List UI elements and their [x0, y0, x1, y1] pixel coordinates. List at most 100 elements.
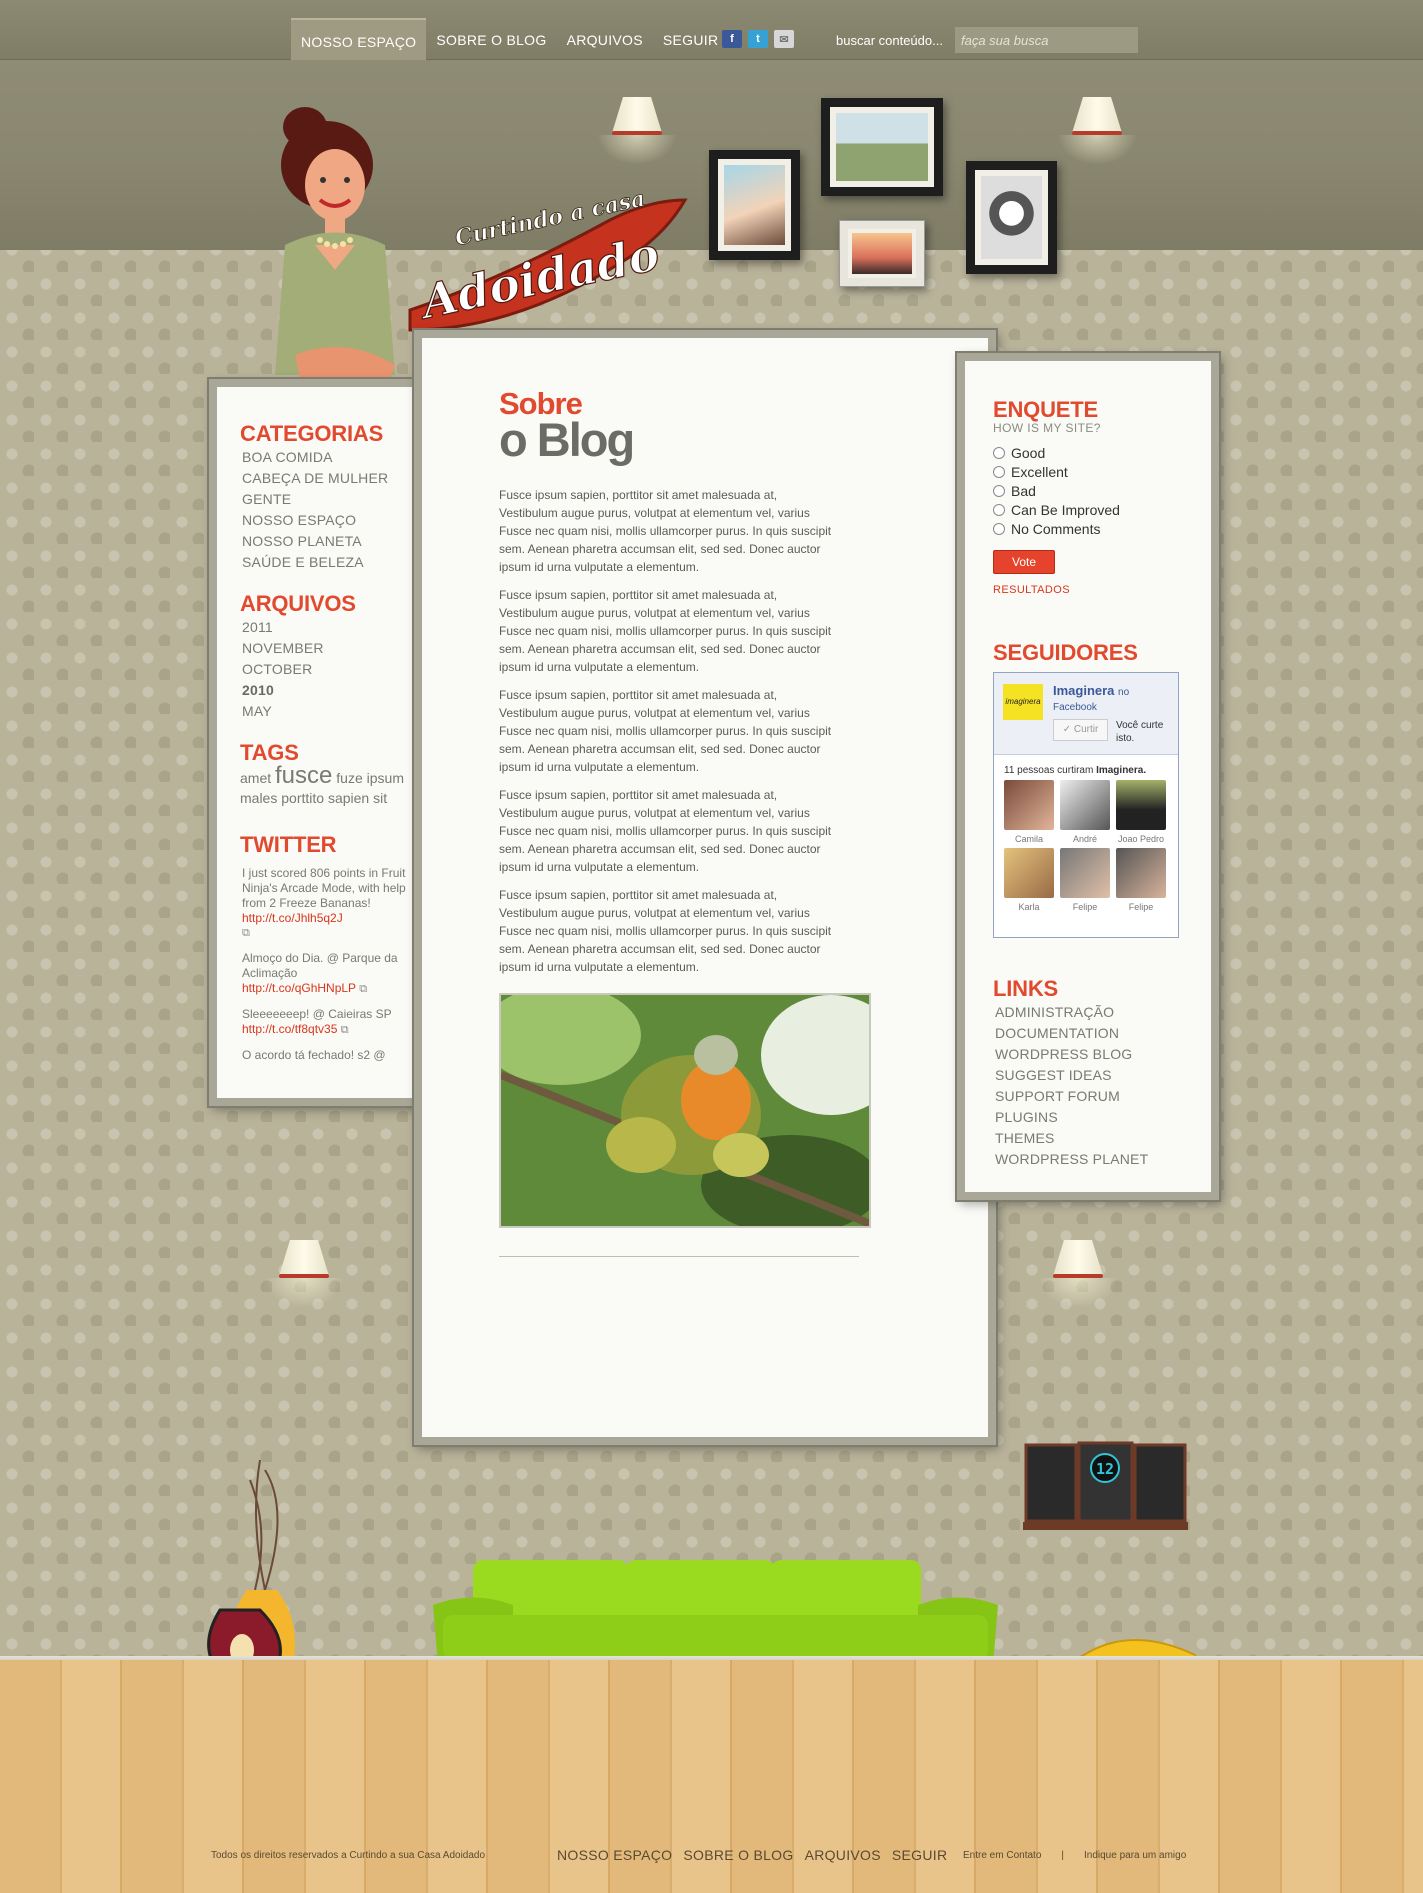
category-link[interactable]: CABEÇA DE MULHER — [242, 468, 420, 489]
facebook-icon[interactable]: f — [722, 30, 742, 48]
footer-indique-link[interactable]: Indique para um amigo — [1084, 1850, 1186, 1861]
tweet-link[interactable]: http://t.co/tf8qtv35 — [242, 1022, 337, 1036]
tweet-link[interactable]: http://t.co/Jhlh5q2J — [242, 911, 343, 925]
poll-option[interactable]: Can Be Improved — [993, 500, 1193, 519]
footer-nav: NOSSO ESPAÇO SOBRE O BLOG ARQUIVOS SEGUI… — [557, 1847, 947, 1863]
poll-option[interactable]: Excellent — [993, 462, 1193, 481]
poll-option-label: Can Be Improved — [1011, 501, 1120, 518]
stereo-speakers: 12 — [1023, 1441, 1188, 1530]
twitter-heading: TWITTER — [240, 832, 337, 857]
results-link[interactable]: RESULTADOS — [993, 584, 1193, 596]
external-link-icon[interactable]: ⧉ — [242, 926, 420, 941]
fb-fan[interactable]: Joao Pedro — [1116, 780, 1166, 844]
radio-button[interactable] — [993, 484, 1005, 497]
radio-button[interactable] — [993, 522, 1005, 535]
blogroll-link[interactable]: SUPPORT FORUM — [995, 1086, 1193, 1107]
tweet-text: Sleeeeeeep! @ Caieiras SP — [242, 1007, 392, 1021]
tweet: O acordo tá fechado! s2 @ — [242, 1048, 420, 1063]
article-paragraph: Fusce ipsum sapien, porttitor sit amet m… — [499, 688, 832, 774]
photo-frame-landscape — [821, 98, 943, 196]
blogroll-link[interactable]: WORDPRESS BLOG — [995, 1044, 1193, 1065]
tag-link[interactable]: males — [240, 790, 277, 806]
poll-option[interactable]: Bad — [993, 481, 1193, 500]
article-body: Fusce ipsum sapien, porttitor sit amet m… — [499, 486, 839, 986]
search-label: buscar conteúdo... — [836, 33, 943, 48]
social-links: f t ✉ — [722, 30, 794, 48]
blogroll-link[interactable]: ADMINISTRAÇÃO — [995, 1002, 1193, 1023]
tweet-text: O acordo tá fechado! s2 @ — [242, 1048, 386, 1062]
nav-sobre-o-blog[interactable]: SOBRE O BLOG — [426, 18, 556, 60]
tweet: Almoço do Dia. @ Parque da Aclimação htt… — [242, 951, 420, 997]
poll-question: HOW IS MY SITE? — [993, 421, 1101, 435]
photo-frame-sunset — [839, 220, 925, 287]
wall-lamp — [597, 97, 677, 165]
poll-option-label: Good — [1011, 444, 1046, 461]
footer-nav-seguir[interactable]: SEGUIR — [892, 1847, 947, 1863]
twitter-icon[interactable]: t — [748, 30, 768, 48]
tag-link[interactable]: fuze — [336, 770, 362, 786]
external-link-icon[interactable]: ⧉ — [359, 983, 367, 995]
main-nav: NOSSO ESPAÇO SOBRE O BLOG ARQUIVOS SEGUI… — [291, 18, 728, 60]
links-heading: LINKS — [993, 976, 1059, 1001]
footer-nav-nosso-espaco[interactable]: NOSSO ESPAÇO — [557, 1847, 672, 1863]
search-input[interactable] — [955, 27, 1138, 53]
tag-link[interactable]: amet — [240, 770, 271, 786]
site-logo: Curtindo a casa Adoidado — [408, 185, 688, 332]
archive-link[interactable]: OCTOBER — [242, 659, 420, 680]
tag-link[interactable]: sapien — [328, 790, 369, 806]
wall-lamp — [1057, 97, 1137, 165]
tweet-text: I just scored 806 points in Fruit Ninja'… — [242, 866, 406, 910]
right-sidebar: ENQUETE HOW IS MY SITE? Good Excellent B… — [955, 351, 1221, 1202]
tag-link[interactable]: porttito — [281, 790, 324, 806]
fb-fan[interactable]: Felipe — [1060, 848, 1110, 912]
footer-nav-arquivos[interactable]: ARQUIVOS — [805, 1847, 881, 1863]
nav-arquivos[interactable]: ARQUIVOS — [557, 18, 653, 60]
footer-nav-sobre-o-blog[interactable]: SOBRE O BLOG — [683, 1847, 793, 1863]
footer-contact-link[interactable]: Entre em Contato — [963, 1850, 1041, 1861]
main-content: Sobre o Blog Fusce ipsum sapien, porttit… — [412, 328, 998, 1447]
radio-button[interactable] — [993, 446, 1005, 459]
photo-frame-couple — [709, 150, 800, 260]
blogroll-link[interactable]: PLUGINS — [995, 1107, 1193, 1128]
article-photo-bird — [499, 993, 871, 1228]
fb-fan[interactable]: Felipe — [1116, 848, 1166, 912]
fb-page-name[interactable]: Imaginera no Facebook — [1053, 683, 1129, 713]
footer-copyright: Todos os direitos reservados a Curtindo … — [211, 1850, 486, 1861]
external-link-icon[interactable]: ⧉ — [341, 1024, 349, 1036]
fb-like-button[interactable]: ✓ Curtir — [1053, 719, 1108, 741]
archive-link[interactable]: 2010 — [242, 680, 420, 701]
category-link[interactable]: SAÚDE E BELEZA — [242, 552, 420, 573]
archive-link[interactable]: 2011 — [242, 617, 420, 638]
fb-fan[interactable]: Camila — [1004, 780, 1054, 844]
wall-lamp — [1038, 1240, 1118, 1308]
blogroll-link[interactable]: SUGGEST IDEAS — [995, 1065, 1193, 1086]
tweet: I just scored 806 points in Fruit Ninja'… — [242, 866, 420, 941]
imaginera-logo: imaginera — [1003, 684, 1043, 720]
archive-link[interactable]: MAY — [242, 701, 420, 722]
tweet: Sleeeeeeep! @ Caieiras SP http://t.co/tf… — [242, 1007, 420, 1038]
archive-link[interactable]: NOVEMBER — [242, 638, 420, 659]
poll-option[interactable]: No Comments — [993, 519, 1193, 538]
fb-fan[interactable]: André — [1060, 780, 1110, 844]
blogroll-link[interactable]: DOCUMENTATION — [995, 1023, 1193, 1044]
poll-option[interactable]: Good — [993, 443, 1193, 462]
tweet-link[interactable]: http://t.co/qGhHNpLP — [242, 981, 356, 995]
mail-icon[interactable]: ✉ — [774, 30, 794, 48]
blogroll-link[interactable]: WORDPRESS PLANET — [995, 1149, 1193, 1170]
tag-link[interactable]: sit — [373, 790, 387, 806]
category-link[interactable]: GENTE — [242, 489, 420, 510]
tag-link[interactable]: ipsum — [367, 770, 404, 786]
tag-link[interactable]: fusce — [275, 762, 332, 789]
poll-option-label: No Comments — [1011, 520, 1101, 537]
category-link[interactable]: NOSSO ESPAÇO — [242, 510, 420, 531]
radio-button[interactable] — [993, 465, 1005, 478]
blogroll-link[interactable]: THEMES — [995, 1128, 1193, 1149]
radio-button[interactable] — [993, 503, 1005, 516]
nav-nosso-espaco[interactable]: NOSSO ESPAÇO — [291, 18, 427, 60]
nav-seguir[interactable]: SEGUIR — [653, 18, 728, 60]
vote-button[interactable]: Vote — [993, 550, 1055, 574]
category-link[interactable]: BOA COMIDA — [242, 447, 420, 468]
fb-fan[interactable]: Karla — [1004, 848, 1054, 912]
category-link[interactable]: NOSSO PLANETA — [242, 531, 420, 552]
poll-option-label: Excellent — [1011, 463, 1068, 480]
